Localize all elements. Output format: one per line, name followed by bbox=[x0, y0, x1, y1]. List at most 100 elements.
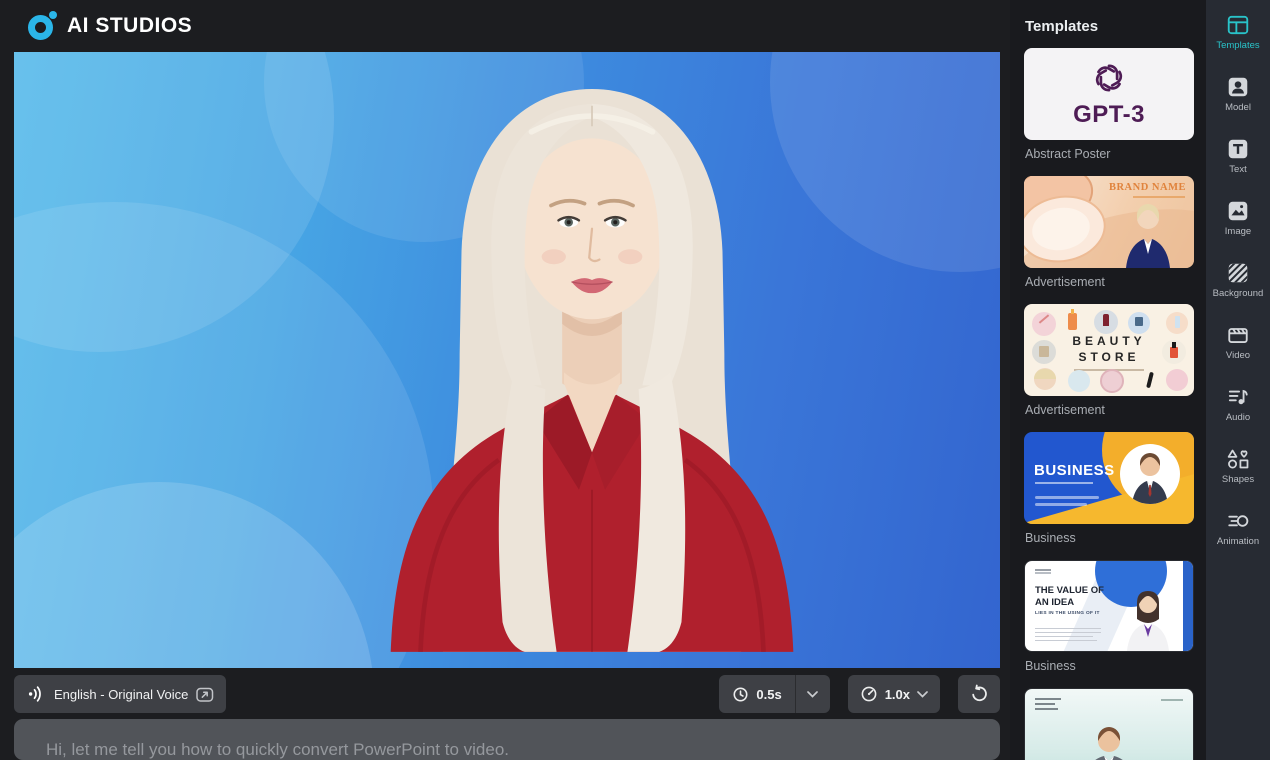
script-text-input[interactable]: Hi, let me tell you how to quickly conve… bbox=[14, 719, 1000, 760]
chevron-down-icon bbox=[807, 690, 819, 698]
animation-icon bbox=[1226, 509, 1250, 533]
presenter-figure bbox=[1132, 453, 1168, 504]
bottle-cap bbox=[1071, 309, 1074, 314]
template-item-business-1[interactable]: BUSINESS Business bbox=[1024, 432, 1194, 546]
nav-item-text[interactable]: Text bbox=[1226, 137, 1250, 175]
reset-icon bbox=[972, 684, 987, 702]
nav-item-audio[interactable]: Audio bbox=[1226, 385, 1250, 423]
template-item-advertisement-2[interactable]: BEAUTY STORE Advertisement bbox=[1024, 304, 1194, 418]
template-thumbnail-product[interactable] bbox=[1024, 688, 1194, 760]
bag-icon bbox=[1039, 346, 1049, 357]
video-preview-canvas[interactable] bbox=[14, 52, 1000, 668]
presenter-figure bbox=[1095, 727, 1123, 760]
template-thumbnail-beauty-store[interactable]: BEAUTY STORE bbox=[1024, 304, 1194, 396]
template-label: Business bbox=[1025, 531, 1076, 545]
nav-item-background[interactable]: Background bbox=[1212, 261, 1264, 299]
cosmetic-icon bbox=[1068, 370, 1090, 392]
template-thumbnail-gpt3[interactable]: GPT-3 bbox=[1024, 48, 1194, 140]
voice-icon bbox=[28, 686, 41, 702]
brand-title: AI STUDIOS bbox=[67, 14, 193, 37]
presenter-photo-circle bbox=[1120, 444, 1180, 504]
paragraph-line bbox=[1035, 627, 1101, 629]
text-line bbox=[1035, 698, 1061, 700]
cosmetic-icon bbox=[1166, 369, 1188, 391]
open-voice-panel-icon bbox=[196, 687, 214, 702]
template-thumbnail-brand-name[interactable]: BRAND NAME bbox=[1024, 176, 1194, 268]
blue-bar-shape bbox=[1183, 561, 1193, 651]
template-label: Advertisement bbox=[1025, 403, 1105, 417]
paragraph-line bbox=[1035, 631, 1101, 633]
ai-avatar[interactable] bbox=[359, 58, 825, 668]
contact-row bbox=[1035, 496, 1099, 499]
nav-item-shapes[interactable]: Shapes bbox=[1222, 447, 1254, 485]
dropper-icon bbox=[1175, 316, 1180, 328]
nav-item-animation[interactable]: Animation bbox=[1217, 509, 1259, 547]
nav-item-model[interactable]: Model bbox=[1225, 75, 1251, 113]
paragraph-line bbox=[1035, 639, 1097, 641]
nav-item-label: Shapes bbox=[1221, 474, 1255, 485]
template-thumbnail-business[interactable]: BUSINESS bbox=[1024, 432, 1194, 524]
pause-duration-control: 0.5s bbox=[719, 675, 830, 713]
value-subtitle-text: LIES IN THE USING OF IT bbox=[1035, 611, 1100, 616]
nav-item-label: Animation bbox=[1216, 536, 1260, 547]
pause-dropdown-button[interactable] bbox=[796, 675, 830, 713]
template-label: Business bbox=[1025, 659, 1076, 673]
speed-control-button[interactable]: 1.0x bbox=[847, 675, 940, 713]
presenter-figure bbox=[1126, 204, 1170, 268]
template-thumbnail-value-of-idea[interactable]: THE VALUE OF AN IDEA LIES IN THE USING O… bbox=[1024, 560, 1194, 652]
right-sidebar-nav: Templates Model Text Image Background Vi… bbox=[1206, 0, 1270, 760]
gpt3-title: GPT-3 bbox=[1073, 100, 1145, 128]
paragraph-line bbox=[1035, 635, 1093, 637]
shapes-icon bbox=[1226, 447, 1250, 471]
ai-studios-app: AI STUDIOS English - Original Voice 0.5s… bbox=[0, 0, 1270, 760]
pause-duration-value[interactable]: 0.5s bbox=[719, 675, 794, 713]
text-line bbox=[1161, 699, 1183, 701]
value-title-text: THE VALUE OF AN IDEA bbox=[1035, 585, 1104, 608]
mascara-icon bbox=[1146, 371, 1154, 389]
reset-button[interactable] bbox=[958, 675, 1000, 713]
template-label: Abstract Poster bbox=[1025, 147, 1111, 161]
voice-label: English - Original Voice bbox=[54, 686, 189, 702]
nav-item-video[interactable]: Video bbox=[1226, 323, 1250, 361]
nail-polish-cap bbox=[1172, 342, 1176, 348]
nav-item-label: Model bbox=[1225, 102, 1251, 113]
mini-logo-lines bbox=[1035, 569, 1051, 571]
editor-area: AI STUDIOS English - Original Voice 0.5s… bbox=[0, 0, 1010, 760]
pause-value: 0.5s bbox=[756, 686, 782, 702]
brand-subline bbox=[1133, 196, 1185, 198]
nav-item-label: Background bbox=[1212, 288, 1264, 299]
speed-gauge-icon bbox=[861, 686, 877, 702]
nav-item-label: Audio bbox=[1225, 412, 1251, 423]
compact-icon bbox=[1100, 369, 1124, 393]
contact-row bbox=[1035, 503, 1087, 506]
template-item-advertisement-1[interactable]: BRAND NAME Advertisement bbox=[1024, 176, 1194, 290]
image-icon bbox=[1226, 199, 1250, 223]
background-icon bbox=[1226, 261, 1250, 285]
logo-dot bbox=[49, 11, 57, 19]
template-item-partial[interactable] bbox=[1024, 688, 1194, 760]
nav-item-label: Templates bbox=[1216, 40, 1260, 51]
voice-selector-button[interactable]: English - Original Voice bbox=[14, 675, 227, 713]
template-item-business-2[interactable]: THE VALUE OF AN IDEA LIES IN THE USING O… bbox=[1024, 560, 1194, 674]
business-title-text: BUSINESS bbox=[1034, 462, 1115, 479]
nav-item-label: Text bbox=[1229, 164, 1247, 175]
speed-value: 1.0x bbox=[884, 686, 910, 702]
business-subline bbox=[1035, 482, 1093, 484]
video-icon bbox=[1226, 323, 1250, 347]
panel-title: Templates bbox=[1025, 18, 1099, 35]
openai-logo-icon bbox=[1095, 63, 1123, 91]
logo-ring bbox=[28, 15, 53, 40]
nav-item-templates[interactable]: Templates bbox=[1216, 13, 1260, 51]
presenter-figure bbox=[1127, 591, 1169, 651]
bottle-icon bbox=[1068, 313, 1077, 330]
template-item-abstract-poster[interactable]: GPT-3 Abstract Poster bbox=[1024, 48, 1194, 162]
text-line bbox=[1035, 703, 1055, 705]
chevron-down-icon bbox=[917, 690, 928, 698]
text-line bbox=[1035, 708, 1058, 710]
ai-studios-logo-icon[interactable] bbox=[28, 11, 58, 41]
lipstick-icon bbox=[1103, 314, 1109, 326]
templates-icon bbox=[1226, 13, 1250, 37]
nav-item-image[interactable]: Image bbox=[1225, 199, 1251, 237]
nav-item-label: Image bbox=[1224, 226, 1252, 237]
top-bar: AI STUDIOS bbox=[0, 0, 1010, 52]
